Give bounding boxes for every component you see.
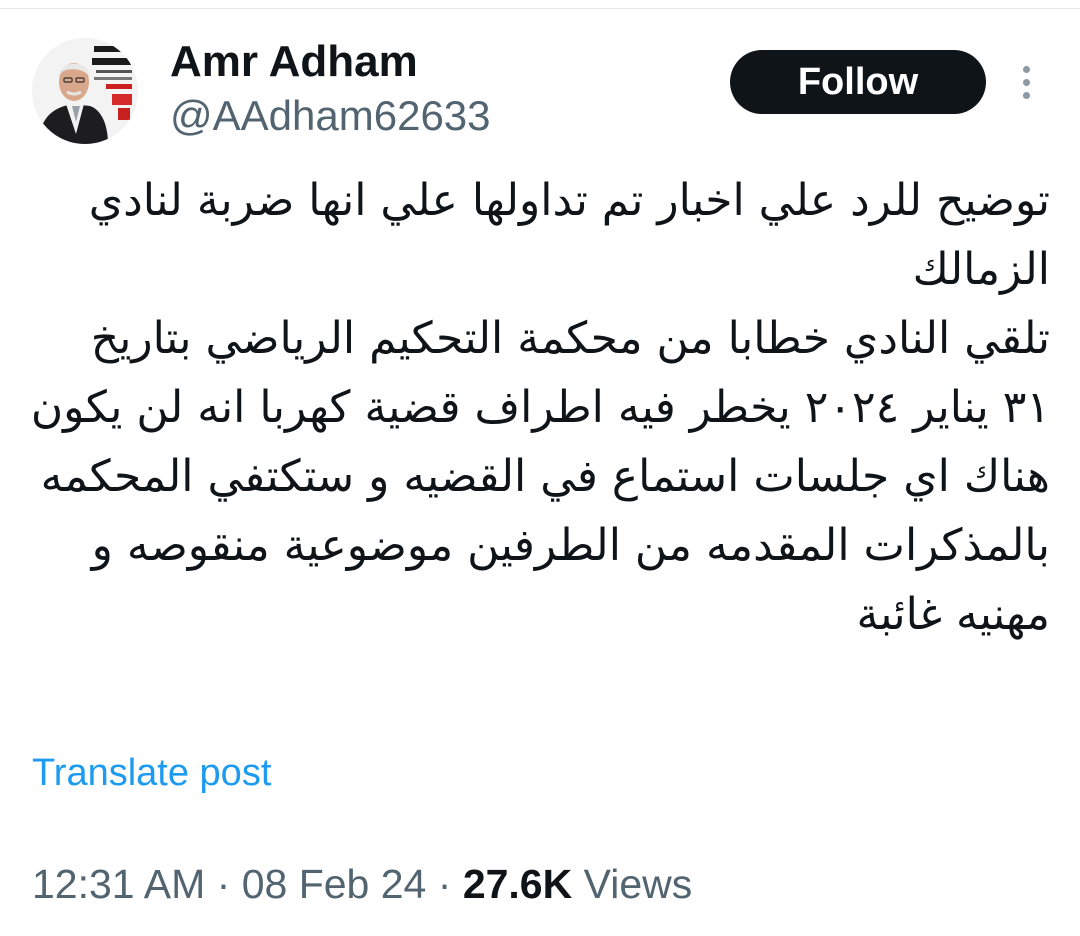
vertical-ellipsis-icon: [1023, 92, 1030, 99]
meta-separator: ·: [216, 861, 231, 907]
tweet-date[interactable]: 08 Feb 24: [242, 861, 427, 907]
meta-separator: ·: [437, 861, 452, 907]
views-label: Views: [583, 861, 693, 907]
author-avatar[interactable]: [32, 38, 138, 144]
translate-post-link[interactable]: Translate post: [32, 748, 271, 798]
views-count: 27.6K: [462, 861, 573, 907]
tweet-time[interactable]: 12:31 AM: [32, 861, 205, 907]
tweet-meta: 12:31 AM · 08 Feb 24 · 27.6K Views: [32, 858, 692, 910]
vertical-ellipsis-icon: [1023, 66, 1030, 73]
tweet-text: توضيح للرد علي اخبار تم تداولها علي انها…: [30, 166, 1050, 649]
follow-button[interactable]: Follow: [730, 50, 986, 114]
vertical-ellipsis-icon: [1023, 79, 1030, 86]
author-display-name[interactable]: Amr Adham: [170, 36, 418, 88]
author-handle[interactable]: @AAdham62633: [170, 90, 491, 142]
tweet-paragraph: توضيح للرد علي اخبار تم تداولها علي انها…: [88, 175, 1050, 295]
top-divider: [0, 0, 1080, 9]
tweet-paragraph: تلقي النادي خطابا من محكمة التحكيم الريا…: [30, 313, 1050, 640]
more-options-button[interactable]: [1012, 60, 1042, 104]
profile-photo-icon: [32, 38, 138, 144]
